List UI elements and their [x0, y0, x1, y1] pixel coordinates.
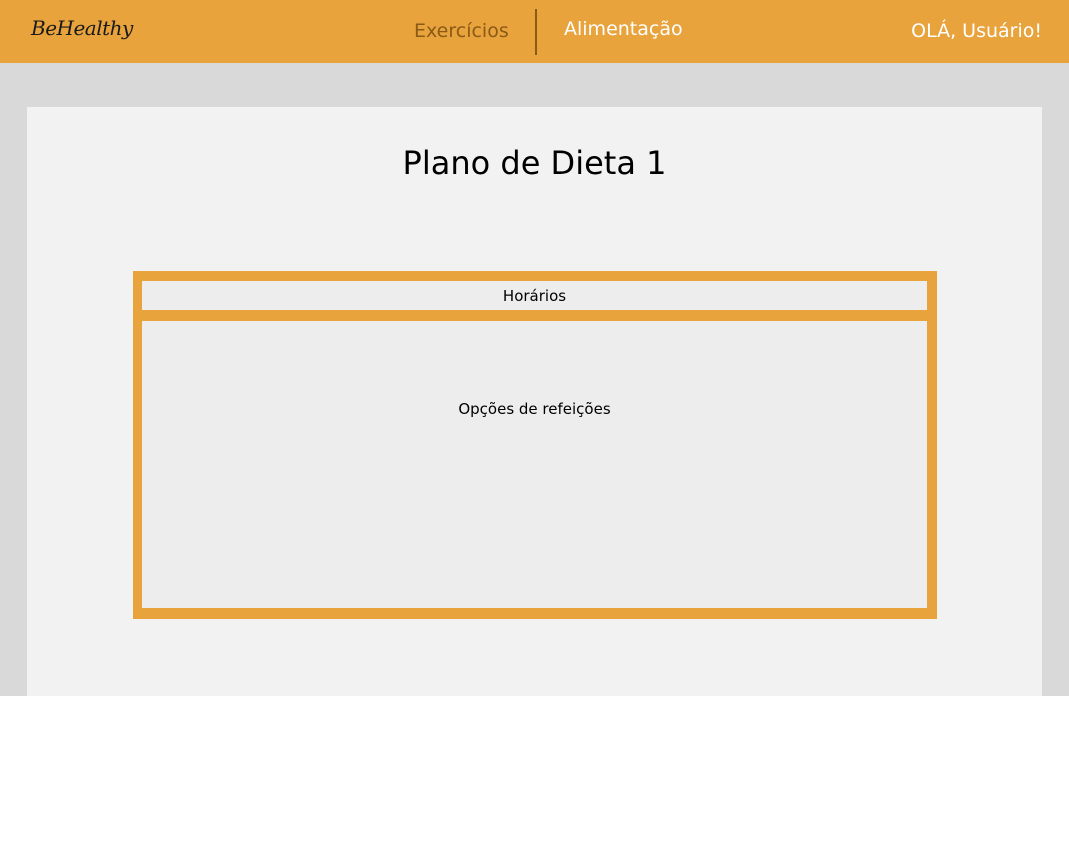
meal-options-section[interactable]: Opções de refeições	[142, 321, 927, 608]
top-navigation-bar: BeHealthy Exercícios Alimentação OLÁ, Us…	[0, 0, 1069, 63]
nav-divider	[535, 9, 537, 55]
nav-link-exercicios[interactable]: Exercícios	[414, 20, 509, 42]
schedule-label: Horários	[502, 286, 567, 305]
user-greeting[interactable]: OLÁ, Usuário!	[911, 20, 1042, 42]
meal-options-label: Opções de refeições	[458, 400, 611, 418]
schedule-section[interactable]: Horários	[142, 281, 927, 310]
nav-link-alimentacao[interactable]: Alimentação	[564, 18, 683, 40]
brand-logo[interactable]: BeHealthy	[31, 16, 133, 40]
page-title: Plano de Dieta 1	[402, 144, 667, 182]
